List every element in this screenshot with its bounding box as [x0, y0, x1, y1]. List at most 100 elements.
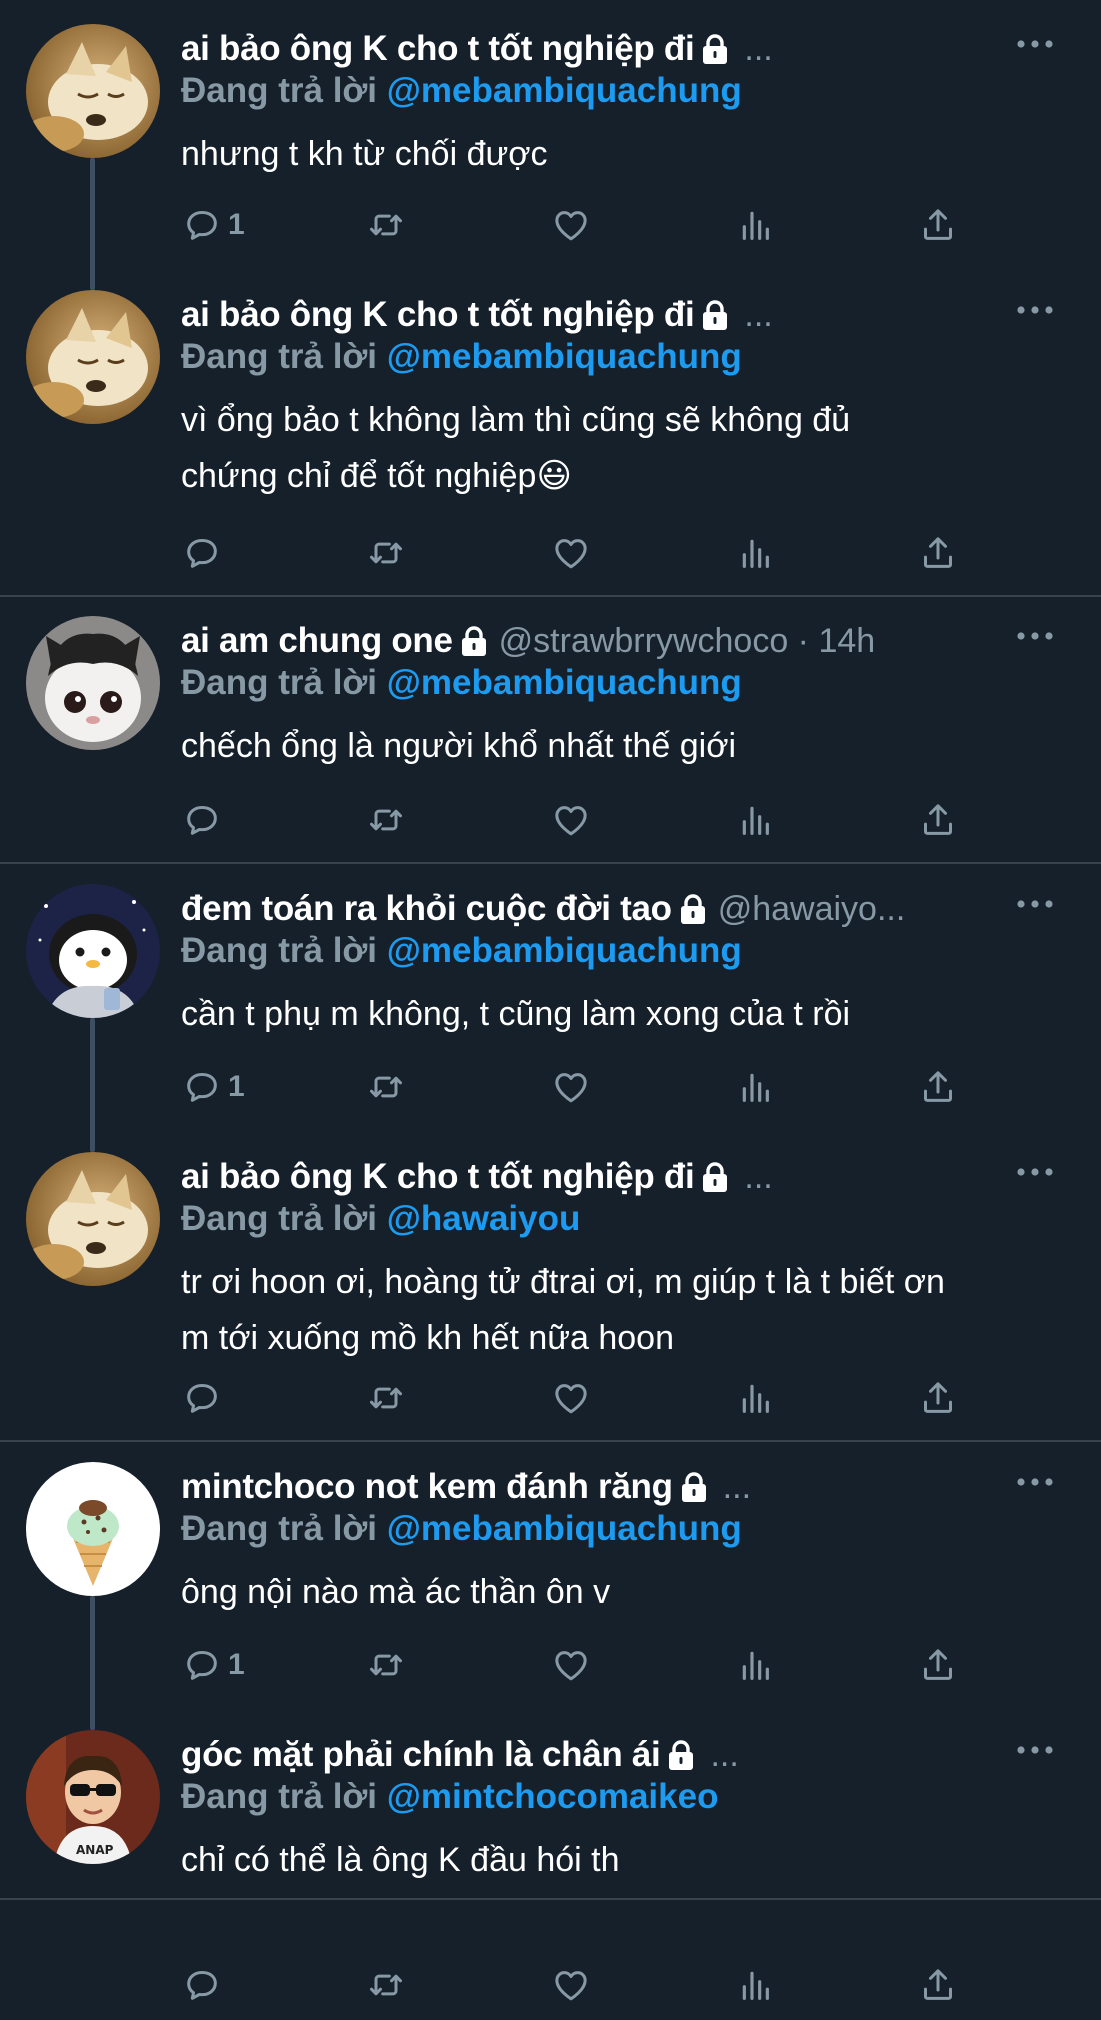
- reply-button[interactable]: [182, 1373, 222, 1423]
- tweet-text-line: ông nội nào mà ác thần ôn v: [181, 1573, 611, 1611]
- reply-button[interactable]: [182, 1960, 222, 2010]
- author-handle: ...: [744, 295, 773, 334]
- tweet[interactable]: đem toán ra khỏi cuộc đời tao @hawaiyo...…: [0, 884, 1101, 1122]
- retweet-icon: [366, 533, 406, 573]
- views-button[interactable]: [736, 528, 776, 578]
- share-button[interactable]: [918, 795, 958, 845]
- mention-link[interactable]: @mebambiquachung: [387, 1509, 742, 1548]
- tweet-header: mintchoco not kem đánh răng...: [181, 1462, 1021, 1512]
- tweet-header: ai bảo ông K cho t tốt nghiệp đi...: [181, 1152, 1021, 1202]
- tweet[interactable]: ai bảo ông K cho t tốt nghiệp đi... Đang …: [0, 24, 1101, 260]
- like-button[interactable]: [551, 1640, 591, 1690]
- avatar[interactable]: [26, 616, 160, 750]
- views-button[interactable]: [736, 1373, 776, 1423]
- divider: [0, 862, 1101, 864]
- author-name[interactable]: ai bảo ông K cho t tốt nghiệp đi: [181, 29, 695, 69]
- action-bar: [0, 1373, 1101, 1423]
- views-button[interactable]: [736, 200, 776, 250]
- lock-icon: [666, 1738, 696, 1772]
- retweet-button[interactable]: [366, 1960, 406, 2010]
- views-button[interactable]: [736, 795, 776, 845]
- retweet-button[interactable]: [366, 1062, 406, 1112]
- tweet[interactable]: ai bảo ông K cho t tốt nghiệp đi... Đang …: [0, 1152, 1101, 1433]
- share-button[interactable]: [918, 1640, 958, 1690]
- reply-button[interactable]: 1: [182, 200, 245, 250]
- tweet[interactable]: mintchoco not kem đánh răng... Đang trả l…: [0, 1462, 1101, 1700]
- tweet[interactable]: ai bảo ông K cho t tốt nghiệp đi... Đang …: [0, 290, 1101, 588]
- like-icon: [551, 1067, 591, 1107]
- replying-to: Đang trả lời @hawaiyou: [181, 1196, 580, 1242]
- tweet-header: góc mặt phải chính là chân ái...: [181, 1730, 1021, 1780]
- author-name[interactable]: ai bảo ông K cho t tốt nghiệp đi: [181, 1157, 695, 1197]
- like-icon: [551, 1965, 591, 2005]
- views-button[interactable]: [736, 1960, 776, 2010]
- mention-link[interactable]: @mintchocomaikeo: [387, 1777, 719, 1816]
- like-button[interactable]: [551, 200, 591, 250]
- reply-button[interactable]: [182, 795, 222, 845]
- divider: [0, 1440, 1101, 1442]
- author-name[interactable]: mintchoco not kem đánh răng: [181, 1467, 673, 1507]
- action-bar: [0, 1960, 1101, 2010]
- author-name[interactable]: góc mặt phải chính là chân ái: [181, 1735, 661, 1775]
- author-handle: @strawbrrywchoco · 14h: [498, 621, 876, 660]
- more-icon[interactable]: [1013, 1740, 1057, 1760]
- more-icon[interactable]: [1013, 1162, 1057, 1182]
- views-button[interactable]: [736, 1062, 776, 1112]
- like-icon: [551, 533, 591, 573]
- avatar[interactable]: [26, 290, 160, 424]
- mention-link[interactable]: @mebambiquachung: [387, 337, 742, 376]
- mention-link[interactable]: @mebambiquachung: [387, 663, 742, 702]
- share-button[interactable]: [918, 200, 958, 250]
- author-handle: ...: [722, 1467, 752, 1506]
- tweet[interactable]: ai am chung one @strawbrrywchoco · 14h Đan…: [0, 616, 1101, 855]
- retweet-button[interactable]: [366, 200, 406, 250]
- mention-link[interactable]: @mebambiquachung: [387, 931, 742, 970]
- like-button[interactable]: [551, 528, 591, 578]
- reply-button[interactable]: 1: [182, 1640, 245, 1690]
- mention-link[interactable]: @hawaiyou: [387, 1199, 581, 1238]
- more-icon[interactable]: [1013, 34, 1057, 54]
- replying-to-label: Đang trả lời: [181, 663, 378, 702]
- author-name[interactable]: ai am chung one: [181, 621, 453, 661]
- avatar[interactable]: ANAP: [26, 1730, 160, 1864]
- lock-icon: [700, 32, 730, 66]
- retweet-button[interactable]: [366, 1640, 406, 1690]
- avatar[interactable]: [26, 884, 160, 1018]
- views-icon: [736, 800, 776, 840]
- share-button[interactable]: [918, 528, 958, 578]
- action-bar: [0, 528, 1101, 578]
- retweet-button[interactable]: [366, 528, 406, 578]
- avatar[interactable]: [26, 1462, 160, 1596]
- share-button[interactable]: [918, 1373, 958, 1423]
- reply-icon: [182, 1067, 222, 1107]
- share-button[interactable]: [918, 1062, 958, 1112]
- like-button[interactable]: [551, 1062, 591, 1112]
- reply-button[interactable]: [182, 528, 222, 578]
- reply-button[interactable]: 1: [182, 1062, 245, 1112]
- author-name[interactable]: ai bảo ông K cho t tốt nghiệp đi: [181, 295, 695, 335]
- tweet[interactable]: ANAP góc mặt phải chính là chân ái... Đang…: [0, 1730, 1101, 2020]
- like-button[interactable]: [551, 1960, 591, 2010]
- views-icon: [736, 1378, 776, 1418]
- action-bar: [0, 795, 1101, 845]
- views-button[interactable]: [736, 1640, 776, 1690]
- more-icon[interactable]: [1013, 894, 1057, 914]
- avatar[interactable]: [26, 24, 160, 158]
- like-button[interactable]: [551, 795, 591, 845]
- retweet-button[interactable]: [366, 795, 406, 845]
- mention-link[interactable]: @mebambiquachung: [387, 71, 742, 110]
- more-icon[interactable]: [1013, 626, 1057, 646]
- more-icon[interactable]: [1013, 300, 1057, 320]
- replying-to-label: Đang trả lời: [181, 1509, 378, 1548]
- like-button[interactable]: [551, 1373, 591, 1423]
- more-icon[interactable]: [1013, 1472, 1057, 1492]
- reply-icon: [182, 1965, 222, 2005]
- retweet-button[interactable]: [366, 1373, 406, 1423]
- lock-icon: [700, 298, 730, 332]
- author-name[interactable]: đem toán ra khỏi cuộc đời tao: [181, 889, 672, 929]
- tweet-header: ai bảo ông K cho t tốt nghiệp đi...: [181, 290, 1021, 340]
- reply-icon: [182, 533, 222, 573]
- avatar[interactable]: [26, 1152, 160, 1286]
- share-button[interactable]: [918, 1960, 958, 2010]
- lock-icon: [459, 624, 489, 658]
